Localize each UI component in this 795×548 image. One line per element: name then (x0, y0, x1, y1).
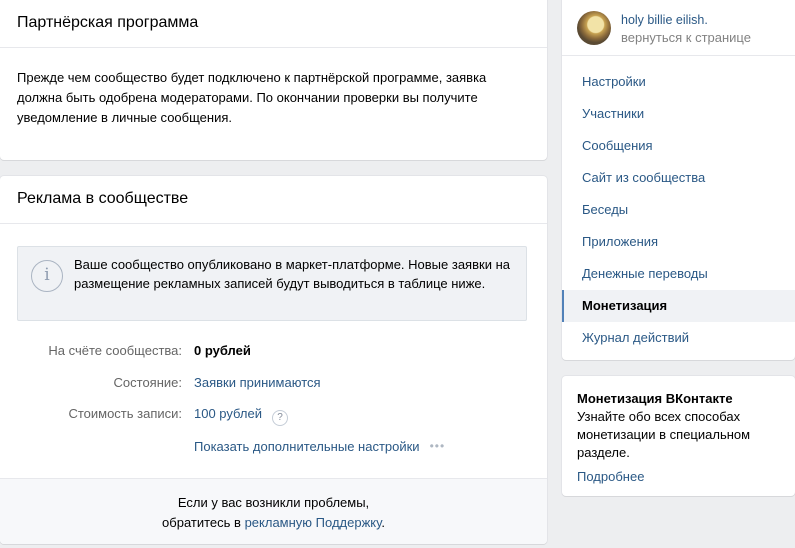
status-value-link[interactable]: Заявки принимаются (194, 375, 321, 390)
footer-line-2: обратитесь в рекламную Поддержку. (0, 513, 547, 533)
status-label: Состояние: (113, 375, 182, 390)
back-to-page-link[interactable]: вернуться к странице (621, 30, 751, 45)
menu-item-monetization[interactable]: Монетизация (562, 290, 795, 322)
menu-item-community-site[interactable]: Сайт из сообщества (562, 162, 795, 194)
footer-prefix: обратитесь в (162, 515, 245, 530)
promo-text: Узнайте обо всех способах монетизации в … (577, 409, 751, 460)
more-dots-icon: ••• (429, 439, 446, 453)
info-notice-text: Ваше сообщество опубликовано в маркет-пл… (74, 257, 510, 291)
menu-item-members[interactable]: Участники (562, 98, 795, 130)
support-footer: Если у вас возникли проблемы, обратитесь… (0, 478, 547, 544)
price-row: 100 рублей? (194, 406, 288, 426)
promo-title: Монетизация ВКонтакте (577, 391, 733, 406)
menu-item-apps[interactable]: Приложения (562, 226, 795, 258)
footer-suffix: . (381, 515, 385, 530)
partner-program-title: Партнёрская программа (0, 0, 547, 48)
balance-label: На счёте сообщества: (48, 343, 182, 358)
price-label: Стоимость записи: (68, 406, 182, 421)
menu-item-action-log[interactable]: Журнал действий (562, 322, 795, 354)
info-icon: i (31, 260, 63, 292)
more-settings-row: Показать дополнительные настройки ••• (194, 439, 445, 454)
menu-item-chats[interactable]: Беседы (562, 194, 795, 226)
balance-value: 0 рублей (194, 343, 251, 358)
help-question-icon[interactable]: ? (271, 410, 288, 426)
footer-line-1: Если у вас возникли проблемы, (177, 495, 370, 510)
monetization-promo-card: Монетизация ВКонтакте Узнайте обо всех с… (562, 376, 795, 496)
profile-header[interactable]: holy billie eilish. вернуться к странице (562, 0, 795, 56)
avatar[interactable] (577, 11, 611, 45)
menu-item-settings[interactable]: Настройки (562, 66, 795, 98)
community-ads-title: Реклама в сообществе (0, 176, 547, 224)
partner-program-card: Партнёрская программа Прежде чем сообщес… (0, 0, 547, 160)
price-value-link[interactable]: 100 рублей (194, 406, 262, 421)
promo-more-link[interactable]: Подробнее (577, 468, 780, 486)
partner-program-description: Прежде чем сообщество будет подключено к… (17, 70, 487, 125)
community-menu-card: holy billie eilish. вернуться к странице… (562, 0, 795, 360)
profile-name-link[interactable]: holy billie eilish. (621, 13, 708, 27)
ads-support-link[interactable]: рекламную Поддержку (245, 515, 382, 530)
menu-item-money-transfers[interactable]: Денежные переводы (562, 258, 795, 290)
community-ads-card: Реклама в сообществе i Ваше сообщество о… (0, 176, 547, 544)
info-notice: i Ваше сообщество опубликовано в маркет-… (17, 246, 527, 321)
menu-item-messages[interactable]: Сообщения (562, 130, 795, 162)
settings-menu: Настройки Участники Сообщения Сайт из со… (562, 56, 795, 354)
show-more-settings-link[interactable]: Показать дополнительные настройки (194, 439, 420, 454)
